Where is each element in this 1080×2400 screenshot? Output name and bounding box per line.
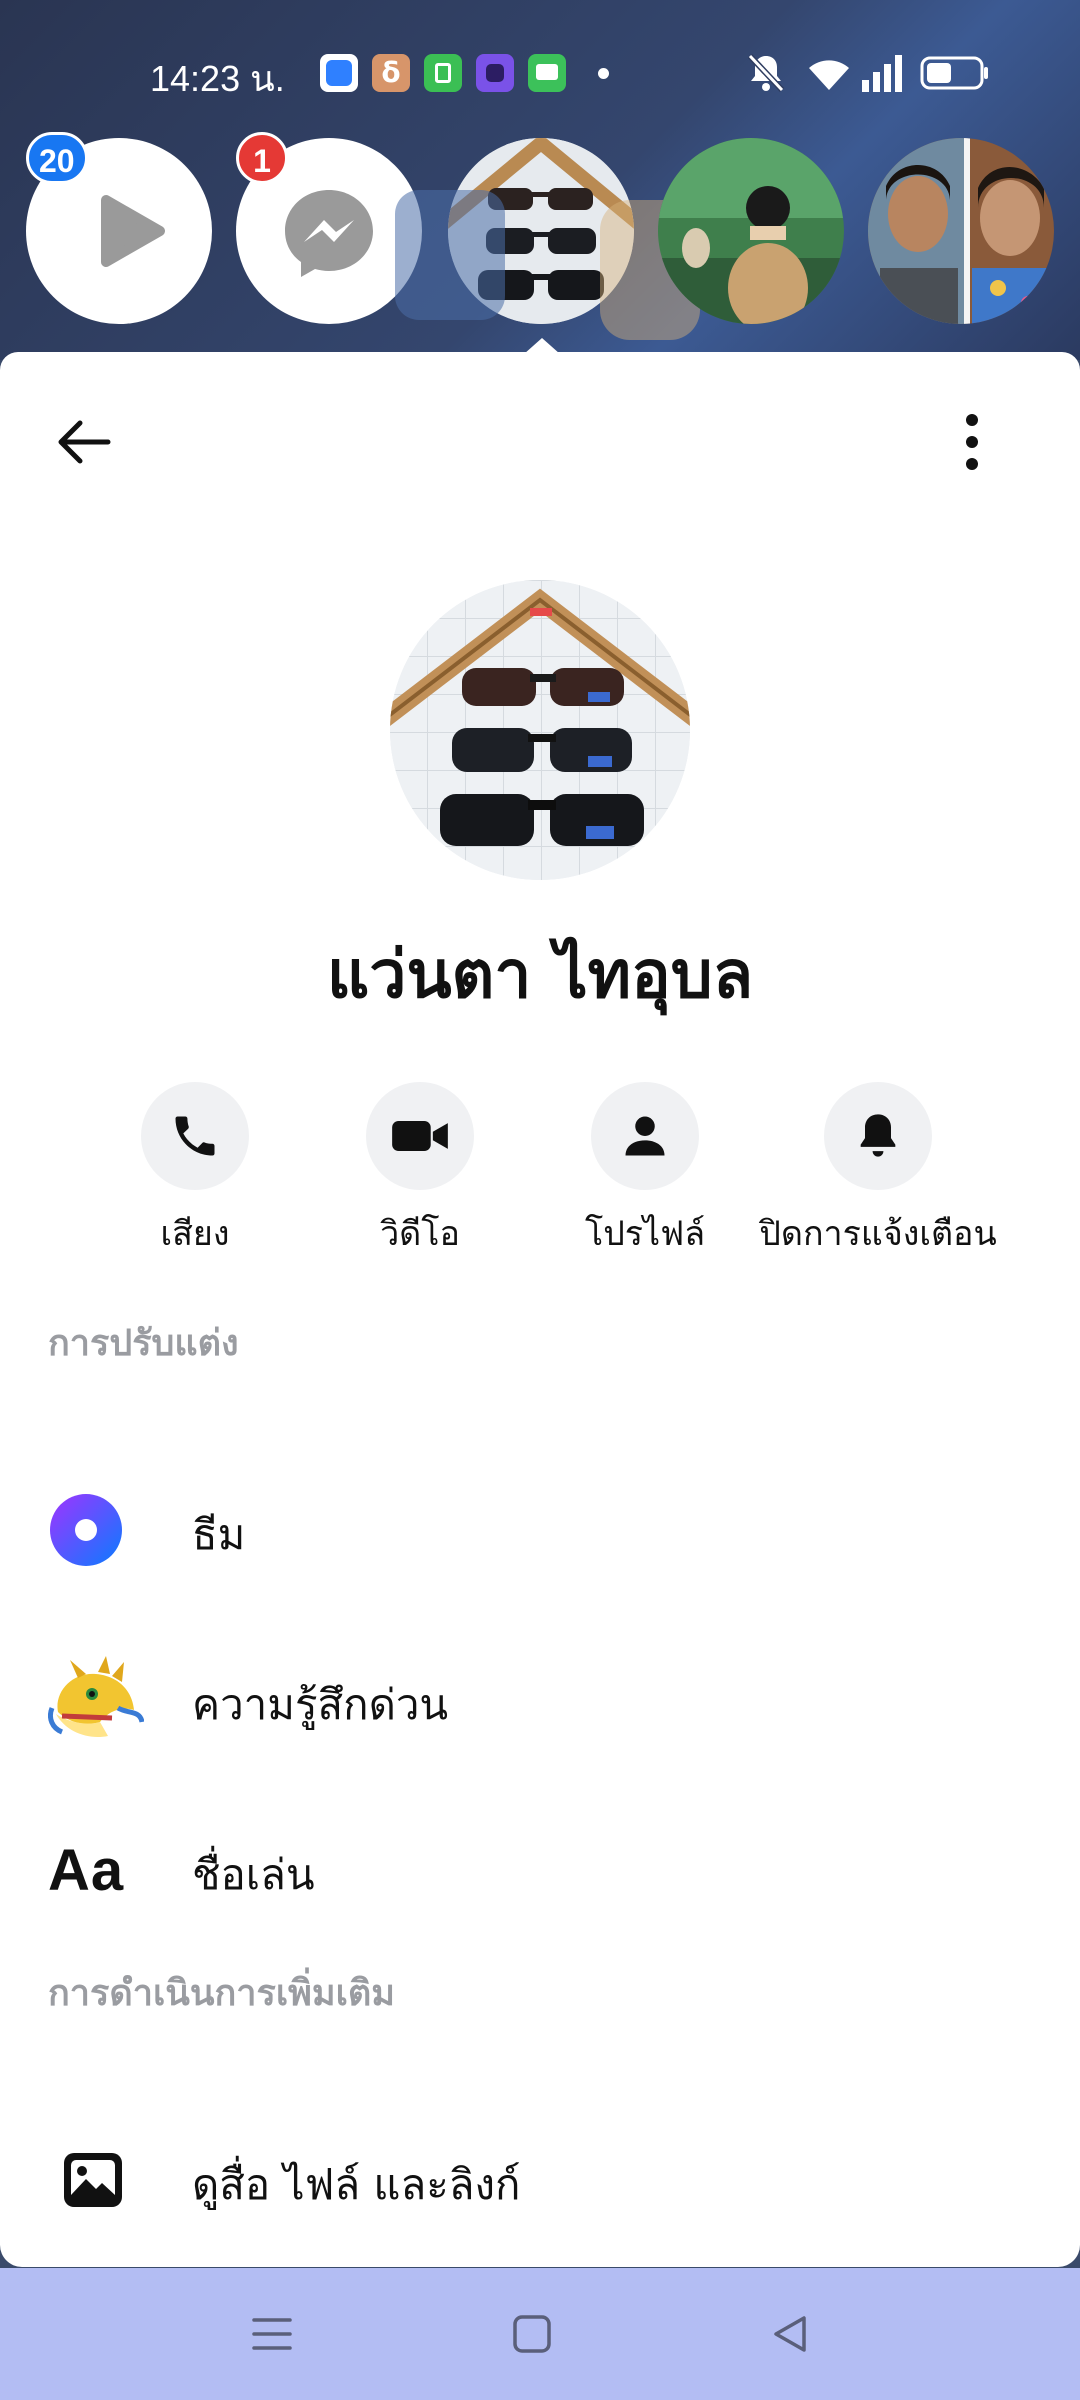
person-icon xyxy=(625,1116,665,1156)
mute-notifications-label: ปิดการแจ้งเตือน xyxy=(759,1214,997,1254)
anime-chat-head[interactable] xyxy=(658,138,844,324)
video-icon xyxy=(392,1121,448,1151)
nickname-row[interactable]: Aa ชื่อเล่น xyxy=(0,1800,1080,1940)
app-s-icon: δ xyxy=(372,54,410,92)
dragon-emoji-icon xyxy=(48,1656,144,1740)
home-button[interactable] xyxy=(496,2304,568,2364)
video-call-action[interactable]: วิดีโอ xyxy=(300,1082,540,1260)
status-time: 14:23 น. xyxy=(150,58,285,99)
quick-reaction-label: ความรู้สึกด่วน xyxy=(192,1680,449,1729)
wifi-icon xyxy=(809,60,849,90)
profile-name: แว่นตา ไทอุบล xyxy=(326,936,754,1013)
mute-notifications-action[interactable]: ปิดการแจ้งเตือน xyxy=(758,1082,998,1260)
app-shop-icon xyxy=(424,54,462,92)
more-actions-section-title: การดำเนินการเพิ่มเติม xyxy=(48,1973,395,2014)
profile-avatar xyxy=(390,580,690,880)
more-notifications-dot xyxy=(598,68,609,79)
back-button[interactable] xyxy=(48,406,120,478)
mute-icon xyxy=(747,53,785,93)
audio-call-action[interactable]: เสียง xyxy=(75,1082,315,1260)
profile-label: โปรไฟล์ xyxy=(584,1214,706,1254)
image-icon xyxy=(48,2140,144,2220)
view-media-label: ดูสื่อ ไฟล์ และลิงก์ xyxy=(192,2160,521,2209)
chat-heads-area: 14:23 น. δ 20 1 xyxy=(0,0,1080,360)
system-navigation-bar xyxy=(0,2268,1080,2400)
square-icon xyxy=(513,2315,551,2353)
audio-call-button[interactable] xyxy=(141,1082,249,1190)
theme-icon xyxy=(48,1490,144,1570)
sunglasses-profile-photo xyxy=(390,580,690,880)
view-media-row[interactable]: ดูสื่อ ไฟล์ และลิงก์ xyxy=(0,2110,1080,2250)
audio-call-label: เสียง xyxy=(160,1214,230,1254)
text-aa-glyph: Aa xyxy=(48,1837,125,1903)
video-call-label: วิดีโอ xyxy=(380,1214,460,1254)
messenger-badge: 1 xyxy=(236,132,288,184)
more-vertical-icon xyxy=(966,414,978,470)
customize-section-title: การปรับแต่ง xyxy=(48,1323,239,1364)
theme-row[interactable]: ธีม xyxy=(0,1460,1080,1600)
nickname-label: ชื่อเล่น xyxy=(192,1850,315,1899)
conversation-details-sheet: แว่นตา ไทอุบล เสียง วิดีโอ โปรไฟล์ ปิดกา… xyxy=(0,352,1080,2267)
signal-icon xyxy=(862,55,902,92)
more-options-button[interactable] xyxy=(936,402,1008,482)
menu-icon xyxy=(252,2318,292,2350)
app-chat-icon xyxy=(528,54,566,92)
quick-reaction-row[interactable]: ความรู้สึกด่วน xyxy=(0,1630,1080,1770)
background-partial-bubble xyxy=(395,190,505,320)
triangle-back-icon xyxy=(774,2316,806,2352)
theme-label: ธีม xyxy=(192,1510,246,1559)
video-badge: 20 xyxy=(26,132,88,184)
text-aa-icon: Aa xyxy=(48,1830,144,1910)
arrow-left-icon xyxy=(58,420,111,464)
mute-notifications-button[interactable] xyxy=(824,1082,932,1190)
bell-icon xyxy=(860,1114,896,1157)
app-blue-icon xyxy=(320,54,358,92)
anime-avatar xyxy=(658,138,844,324)
battery-icon xyxy=(920,56,988,90)
phone-icon xyxy=(175,1116,215,1156)
people-chat-head[interactable] xyxy=(868,138,1054,324)
recent-apps-button[interactable] xyxy=(236,2304,308,2364)
profile-button[interactable] xyxy=(591,1082,699,1190)
video-call-button[interactable] xyxy=(366,1082,474,1190)
status-bar: 14:23 น. δ xyxy=(0,40,1080,104)
profile-action[interactable]: โปรไฟล์ xyxy=(525,1082,765,1260)
people-avatar xyxy=(868,138,1054,324)
app-purple-icon xyxy=(476,54,514,92)
back-nav-button[interactable] xyxy=(754,2304,826,2364)
